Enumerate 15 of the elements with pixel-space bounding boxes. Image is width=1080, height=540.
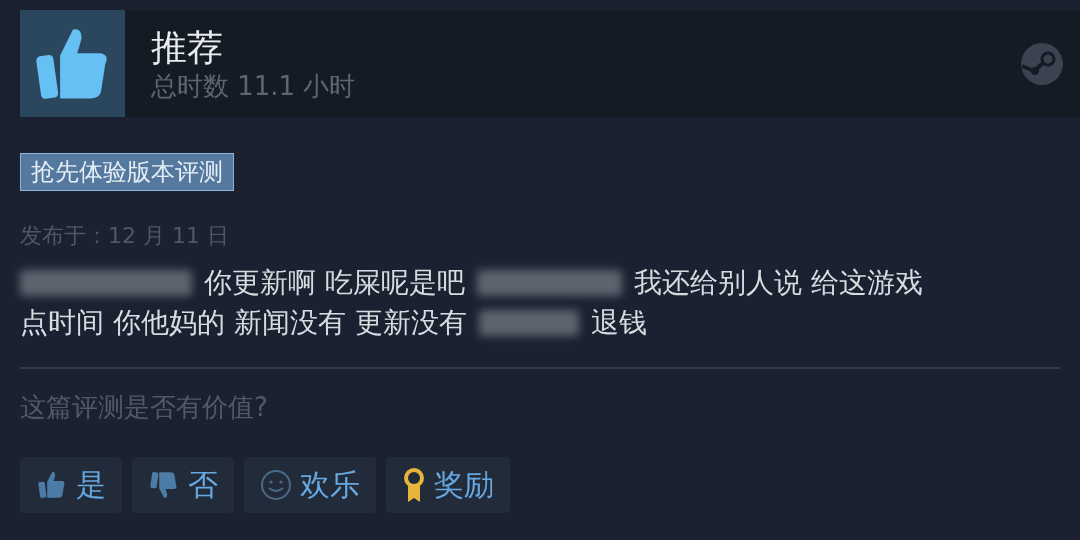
playtime: 总时数 11.1 小时 (151, 69, 357, 102)
award-button[interactable]: 奖励 (386, 457, 510, 513)
review-text: 我还给别人说 给这游戏 (633, 265, 923, 301)
early-access-tag: 抢先体验版本评测 (20, 153, 234, 191)
helpful-question: 这篇评测是否有价值? (20, 391, 269, 424)
review-text: 点时间 你他妈的 新闻没有 更新没有 (20, 305, 467, 341)
review-text: 你更新啊 吃屎呢是吧 (204, 265, 465, 301)
verdict: 推荐 (151, 25, 224, 70)
funny-button[interactable]: 欢乐 (244, 457, 376, 513)
review-text: 退钱 (590, 305, 647, 341)
yes-button[interactable]: 是 (20, 457, 122, 513)
smiley-icon (260, 469, 292, 501)
no-button[interactable]: 否 (132, 457, 234, 513)
steam-logo-icon (1020, 41, 1064, 86)
award-ribbon-icon (402, 466, 426, 504)
